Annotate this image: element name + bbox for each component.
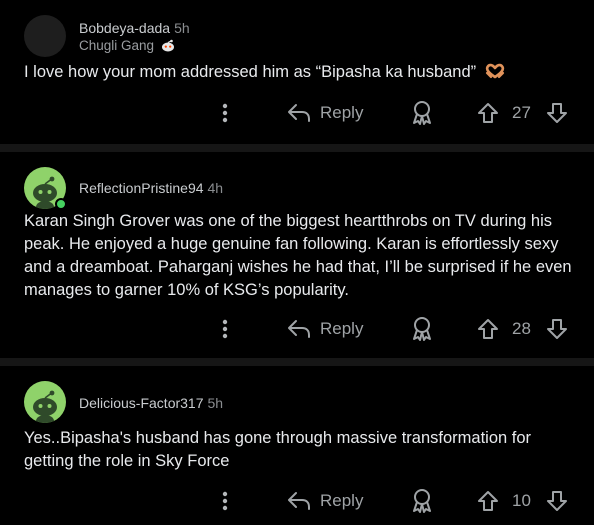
reply-label: Reply	[320, 491, 364, 510]
downvote-arrow-icon	[545, 101, 569, 125]
upvote-arrow-icon	[476, 101, 500, 125]
reply-arrow-icon	[286, 490, 312, 512]
comment-meta: Bobdeya-dada 5h	[79, 20, 190, 36]
comment-meta: ReflectionPristine94 4h	[79, 180, 223, 196]
upvote-arrow-icon	[476, 317, 500, 341]
comment-body: I love how your mom addressed him as “Bi…	[24, 61, 580, 84]
user-flair: Chugli Gang	[79, 38, 175, 53]
award-button[interactable]	[410, 486, 434, 516]
username[interactable]: ReflectionPristine94	[79, 180, 204, 196]
comment-text: Yes..Bipasha's husband has gone through …	[24, 429, 532, 470]
more-options-button[interactable]	[214, 98, 236, 128]
downvote-arrow-icon	[545, 317, 569, 341]
award-icon	[410, 100, 434, 126]
award-button[interactable]	[410, 98, 434, 128]
vertical-ellipsis-icon	[222, 102, 228, 124]
downvote-arrow-icon	[545, 489, 569, 513]
vertical-ellipsis-icon	[222, 318, 228, 340]
award-icon	[410, 488, 434, 514]
reply-label: Reply	[320, 319, 364, 338]
comment-1: Bobdeya-dada 5h Chugli Gang I love how yo…	[0, 0, 594, 144]
downvote-button[interactable]	[545, 98, 569, 128]
comment-body: Karan Singh Grover was one of the bigges…	[24, 210, 580, 302]
comment-body: Yes..Bipasha's husband has gone through …	[24, 427, 580, 473]
comment-actions: Reply 28	[0, 314, 594, 344]
timestamp: 5h	[174, 20, 190, 36]
reply-arrow-icon	[286, 102, 312, 124]
comment-text: I love how your mom addressed him as “Bi…	[24, 63, 477, 81]
timestamp: 4h	[207, 180, 224, 196]
username[interactable]: Bobdeya-dada	[79, 20, 170, 36]
vote-count: 10	[512, 486, 531, 516]
flair-text: Chugli Gang	[79, 38, 155, 53]
reply-arrow-icon	[286, 318, 312, 340]
comment-meta: Delicious-Factor317 5h	[79, 395, 223, 411]
award-button[interactable]	[410, 314, 434, 344]
timestamp: 5h	[207, 395, 224, 411]
comment-actions: Reply 10	[0, 486, 594, 516]
upvote-button[interactable]	[476, 98, 500, 128]
comment-separator	[0, 358, 594, 366]
more-options-button[interactable]	[214, 486, 236, 516]
user-avatar[interactable]	[24, 15, 66, 57]
heart-hands-emoji	[485, 63, 505, 79]
vote-count: 27	[512, 98, 531, 128]
comment-3: Delicious-Factor317 5h Yes..Bipasha's hus…	[0, 366, 594, 525]
username[interactable]: Delicious-Factor317	[79, 395, 204, 411]
comment-text: Karan Singh Grover was one of the bigges…	[24, 212, 572, 299]
downvote-button[interactable]	[545, 486, 569, 516]
upvote-button[interactable]	[476, 314, 500, 344]
reply-button[interactable]: Reply	[286, 98, 363, 128]
reply-button[interactable]: Reply	[286, 314, 363, 344]
reply-label: Reply	[320, 103, 364, 122]
snoo-avatar-icon	[33, 390, 57, 423]
comment-actions: Reply 27	[0, 98, 594, 128]
online-status-dot	[55, 198, 67, 210]
vote-count: 28	[512, 314, 531, 344]
vote-score: 28	[512, 319, 531, 338]
vote-score: 27	[512, 103, 531, 122]
vote-score: 10	[512, 491, 531, 510]
reply-button[interactable]: Reply	[286, 486, 363, 516]
upvote-button[interactable]	[476, 486, 500, 516]
upvote-arrow-icon	[476, 489, 500, 513]
downvote-button[interactable]	[545, 314, 569, 344]
comment-separator	[0, 144, 594, 152]
more-options-button[interactable]	[214, 314, 236, 344]
comment-2: ReflectionPristine94 4h Karan Singh Grove…	[0, 152, 594, 358]
vertical-ellipsis-icon	[222, 490, 228, 512]
user-avatar[interactable]	[24, 381, 66, 423]
snoo-face-icon	[161, 39, 175, 52]
award-icon	[410, 316, 434, 342]
